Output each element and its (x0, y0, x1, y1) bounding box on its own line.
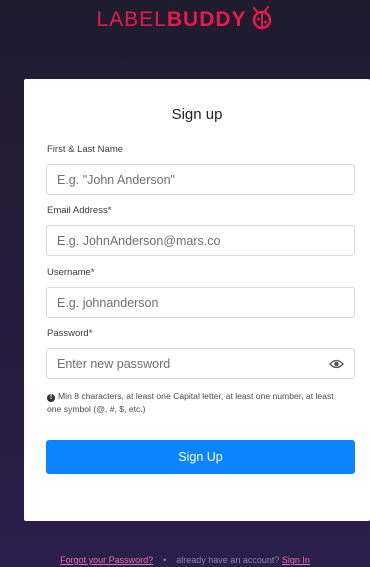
signup-button[interactable]: Sign Up (46, 440, 355, 474)
form-title: Sign up (171, 106, 223, 123)
username-label: Username* (47, 267, 95, 278)
eye-icon[interactable] (329, 358, 344, 370)
password-label: Password* (47, 328, 93, 339)
password-hint: ! Min 8 characters, at least one Capital … (47, 390, 347, 415)
password-placeholder: Enter new password (57, 356, 171, 371)
brand-logo: LABEL BUDDY (0, 6, 370, 32)
password-hint-text: Min 8 characters, at least one Capital l… (47, 391, 334, 414)
signup-card: Sign up First & Last Name E.g. "John And… (24, 79, 370, 521)
ladybug-icon (252, 6, 271, 30)
email-label: Email Address* (47, 205, 112, 216)
have-account-text: already have an account? (176, 555, 280, 565)
signup-button-label: Sign Up (178, 450, 223, 464)
brand-name-bold: BUDDY (166, 8, 247, 31)
email-input[interactable]: E.g. JohnAnderson@mars.co (46, 225, 355, 256)
password-input[interactable]: Enter new password (46, 348, 355, 379)
info-icon: ! (47, 394, 55, 402)
sign-in-link[interactable]: Sign In (282, 555, 310, 565)
name-input[interactable]: E.g. "John Anderson" (46, 164, 355, 195)
footer-separator: • (163, 555, 167, 565)
username-placeholder: E.g. johnanderson (57, 295, 159, 310)
forgot-password-link[interactable]: Forgot your Password? (60, 555, 153, 565)
name-label: First & Last Name (47, 144, 124, 155)
brand-name-light: LABEL (96, 8, 167, 31)
footer: Forgot your Password? • already have an ac… (0, 555, 370, 565)
email-placeholder: E.g. JohnAnderson@mars.co (57, 233, 221, 248)
username-input[interactable]: E.g. johnanderson (46, 287, 355, 318)
name-placeholder: E.g. "John Anderson" (57, 172, 175, 187)
